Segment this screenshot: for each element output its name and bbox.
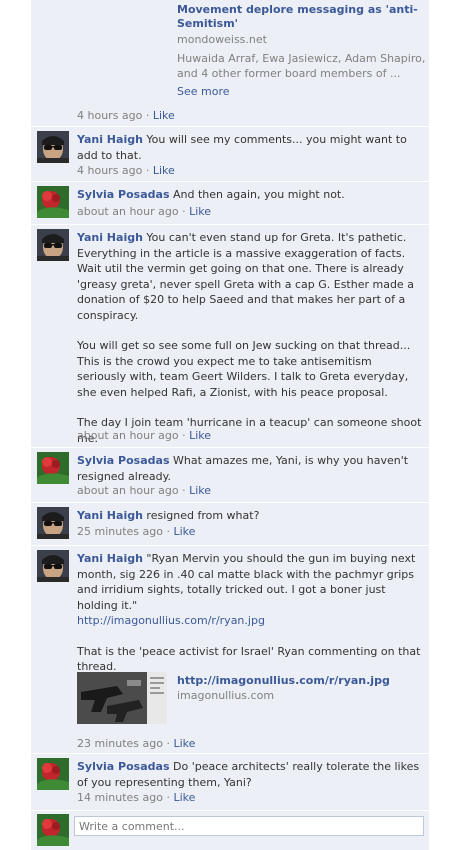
link-card-title[interactable]: http://imagonullius.com/r/ryan.jpg: [177, 674, 390, 687]
comment-meta: about an hour ago · Like: [77, 205, 211, 219]
image-url-link[interactable]: http://imagonullius.com/r/ryan.jpg: [77, 613, 423, 629]
shared-link-meta: 4 hours ago · Like: [77, 109, 175, 123]
like-link[interactable]: Like: [153, 164, 175, 177]
comment-meta: 14 minutes ago · Like: [77, 791, 195, 805]
meta-separator: ·: [142, 109, 153, 122]
timestamp: 4 hours ago: [77, 164, 143, 177]
meta-separator: ·: [162, 525, 174, 538]
flower-avatar[interactable]: [37, 186, 69, 218]
man-sunglasses-icon: [37, 229, 69, 261]
comment-body: Yani Haigh You will see my comments... y…: [77, 132, 423, 163]
man-sunglasses-avatar[interactable]: [37, 229, 69, 261]
man-sunglasses-icon: [37, 507, 69, 539]
shared-link-card[interactable]: Movement deplore messaging as 'anti-Semi…: [177, 3, 427, 99]
comment-text: You can't even stand up for Greta. It's …: [77, 231, 414, 322]
man-sunglasses-icon: [37, 550, 69, 582]
flower-avatar[interactable]: [37, 452, 69, 484]
comment-author[interactable]: Yani Haigh: [77, 133, 143, 146]
see-more-link[interactable]: See more: [177, 84, 427, 99]
timestamp: about an hour ago: [77, 429, 179, 442]
like-link[interactable]: Like: [153, 109, 175, 122]
comment-meta: 23 minutes ago · Like: [77, 737, 195, 751]
comment-body: Yani Haigh resigned from what?: [77, 508, 423, 524]
comment-thread: Movement deplore messaging as 'anti-Semi…: [0, 0, 462, 850]
like-link[interactable]: Like: [173, 737, 195, 750]
like-link[interactable]: Like: [173, 525, 195, 538]
like-link[interactable]: Like: [173, 791, 195, 804]
comment-body: Yani Haigh "Ryan Mervin you should the g…: [77, 551, 423, 675]
shared-link-domain: mondoweiss.net: [177, 33, 267, 46]
comment-meta: about an hour ago · Like: [77, 484, 211, 498]
man-sunglasses-avatar[interactable]: [37, 131, 69, 163]
flower-icon: [37, 186, 69, 218]
flower-icon: [37, 814, 69, 846]
timestamp: 4 hours ago: [77, 109, 143, 122]
gun-photo-icon: [77, 672, 167, 724]
timestamp: 25 minutes ago: [77, 525, 163, 538]
comment-meta: 4 hours ago · Like: [77, 164, 175, 178]
meta-separator: ·: [178, 429, 190, 442]
comment-author[interactable]: Yani Haigh: [77, 509, 143, 522]
flower-avatar[interactable]: [37, 758, 69, 790]
timestamp: about an hour ago: [77, 484, 179, 497]
comment-text: You will get so see some full on Jew suc…: [77, 339, 411, 399]
comment-author[interactable]: Sylvia Posadas: [77, 188, 170, 201]
timestamp: about an hour ago: [77, 205, 179, 218]
timestamp: 23 minutes ago: [77, 737, 163, 750]
like-link[interactable]: Like: [189, 429, 211, 442]
shared-link-title[interactable]: Movement deplore messaging as 'anti-Semi…: [177, 3, 427, 31]
meta-separator: ·: [178, 484, 190, 497]
shared-link-description: Huwaida Arraf, Ewa Jasiewicz, Adam Shapi…: [177, 52, 426, 80]
comment-author[interactable]: Yani Haigh: [77, 552, 143, 565]
flower-icon: [37, 758, 69, 790]
shared-link-block: Movement deplore messaging as 'anti-Semi…: [31, 0, 429, 126]
comment-author[interactable]: Sylvia Posadas: [77, 454, 170, 467]
comment-author[interactable]: Yani Haigh: [77, 231, 143, 244]
comment-author[interactable]: Sylvia Posadas: [77, 760, 170, 773]
like-link[interactable]: Like: [189, 484, 211, 497]
meta-separator: ·: [178, 205, 190, 218]
comment-body: Sylvia Posadas Do 'peace architects' rea…: [77, 759, 423, 790]
meta-separator: ·: [162, 737, 174, 750]
flower-icon: [37, 452, 69, 484]
man-sunglasses-avatar[interactable]: [37, 507, 69, 539]
flower-avatar: [37, 814, 69, 846]
man-sunglasses-icon: [37, 131, 69, 163]
meta-separator: ·: [142, 164, 153, 177]
comment-body: Sylvia Posadas And then again, you might…: [77, 187, 423, 203]
meta-separator: ·: [162, 791, 174, 804]
like-link[interactable]: Like: [189, 205, 211, 218]
comment-text: resigned from what?: [146, 509, 260, 522]
link-card-domain: imagonullius.com: [177, 689, 275, 702]
man-sunglasses-avatar[interactable]: [37, 550, 69, 582]
comment-body: Yani Haigh You can't even stand up for G…: [77, 230, 423, 446]
comment-text: And then again, you might not.: [173, 188, 345, 201]
write-comment-input[interactable]: Write a comment...: [74, 816, 424, 836]
link-thumbnail[interactable]: [77, 672, 167, 724]
comment-meta: 25 minutes ago · Like: [77, 525, 195, 539]
comment-meta: about an hour ago · Like: [77, 429, 211, 443]
comment-text: That is the 'peace activist for Israel' …: [77, 644, 421, 674]
comment-body: Sylvia Posadas What amazes me, Yani, is …: [77, 453, 423, 484]
timestamp: 14 minutes ago: [77, 791, 163, 804]
